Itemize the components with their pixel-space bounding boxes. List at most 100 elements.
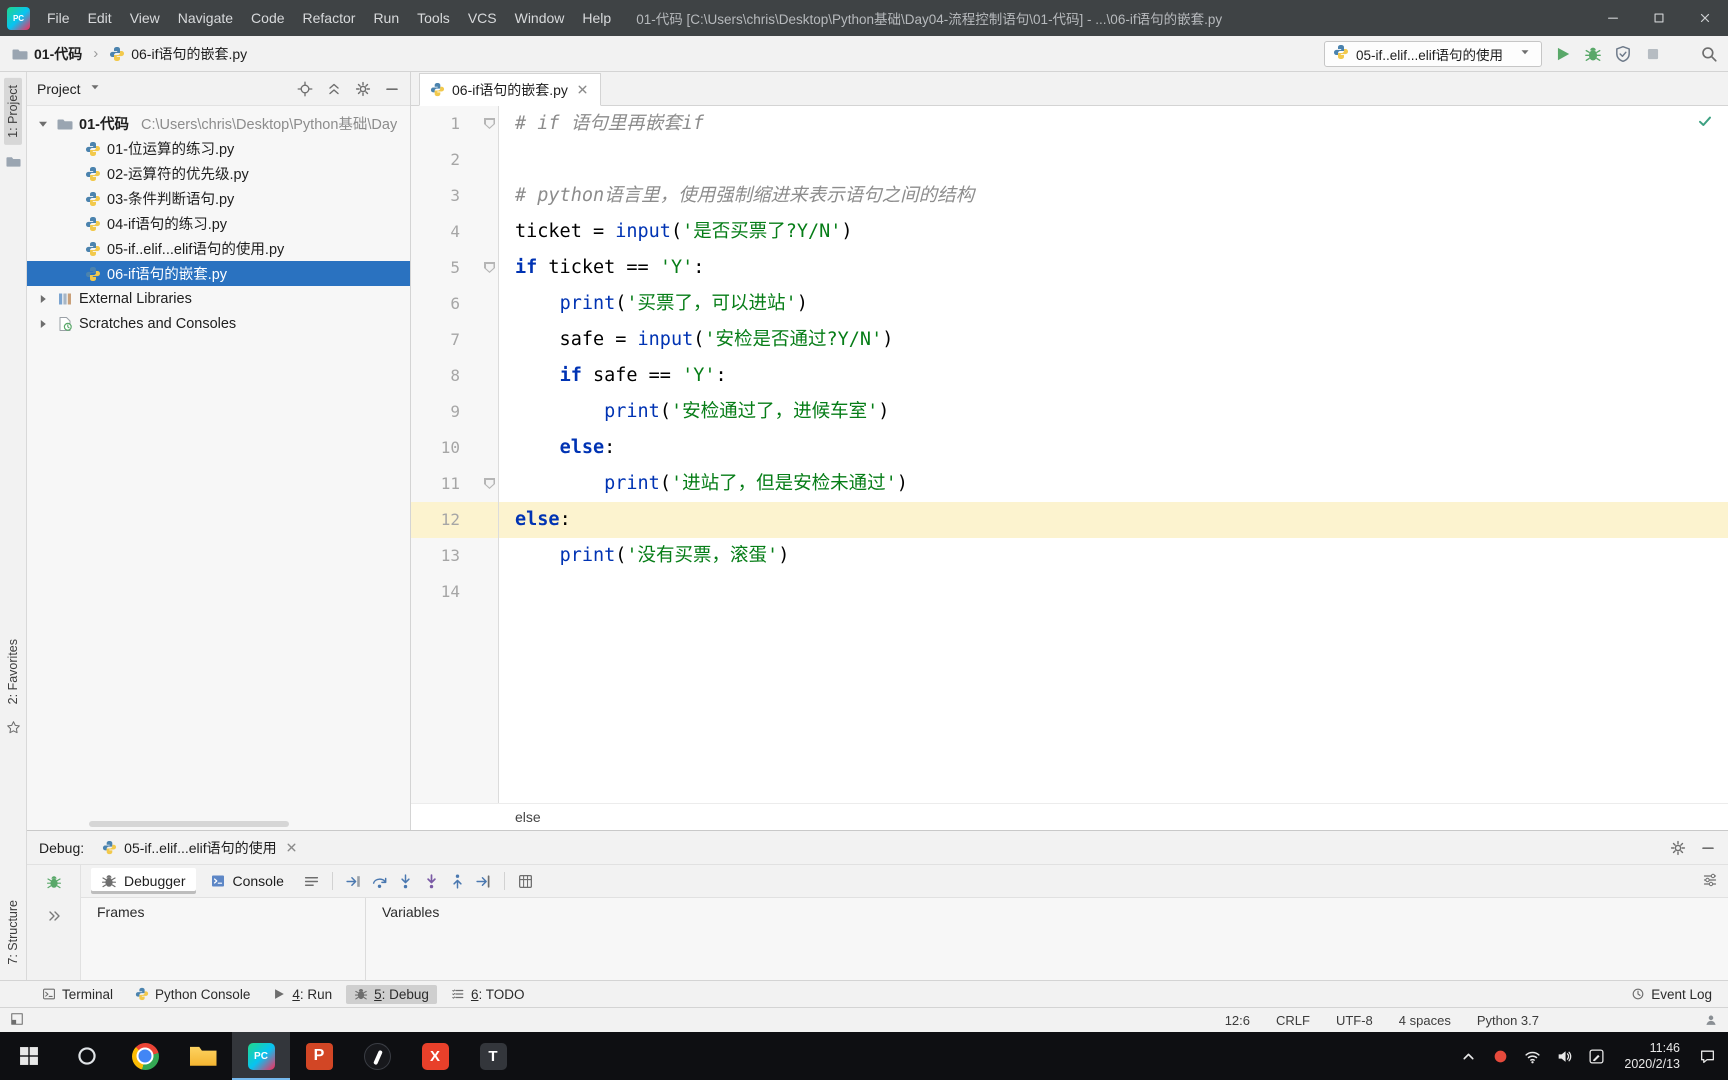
- menu-refactor[interactable]: Refactor: [294, 0, 365, 36]
- run-config-select[interactable]: 05-if..elif...elif语句的使用: [1324, 40, 1542, 67]
- status-item[interactable]: CRLF: [1276, 1013, 1310, 1028]
- status-item[interactable]: UTF-8: [1336, 1013, 1373, 1028]
- toolwindow-button-run[interactable]: 4: Run: [264, 985, 340, 1004]
- tree-item[interactable]: 04-if语句的练习.py: [27, 211, 410, 236]
- menu-run[interactable]: Run: [364, 0, 408, 36]
- taskbar-roundapp-button[interactable]: [348, 1032, 406, 1080]
- menu-edit[interactable]: Edit: [79, 0, 121, 36]
- taskbar-pycharm-button[interactable]: PC: [232, 1032, 290, 1080]
- menu-tools[interactable]: Tools: [408, 0, 459, 36]
- taskbar-powerpoint-button[interactable]: P: [290, 1032, 348, 1080]
- toolwindow-button-terminal[interactable]: Terminal: [34, 985, 121, 1004]
- settings-button[interactable]: [355, 81, 371, 97]
- tree-item[interactable]: 03-条件判断语句.py: [27, 186, 410, 211]
- tray-red-app[interactable]: [1492, 1048, 1509, 1065]
- close-small-icon[interactable]: [284, 840, 299, 855]
- taskbar-redapp-button[interactable]: X: [406, 1032, 464, 1080]
- menu-file[interactable]: File: [38, 0, 79, 36]
- volume-control[interactable]: [1556, 1048, 1573, 1065]
- taskbar-clock[interactable]: 11:46 2020/2/13: [1624, 1040, 1680, 1073]
- breadcrumb-item[interactable]: 06-if语句的嵌套.py: [107, 42, 249, 66]
- hide-button[interactable]: [384, 81, 400, 97]
- minimize-button[interactable]: [1590, 0, 1636, 36]
- tree-item[interactable]: Scratches and Consoles: [27, 311, 410, 336]
- taskbar-start-button[interactable]: [0, 1032, 58, 1080]
- stripe-project-button[interactable]: 1: Project: [4, 78, 22, 145]
- locate-button[interactable]: [297, 81, 313, 97]
- horizontal-scrollbar[interactable]: [89, 821, 289, 827]
- close-button[interactable]: [1682, 0, 1728, 36]
- frames-panel[interactable]: Frames: [81, 898, 366, 980]
- editor-breadcrumb-bar: else: [411, 803, 1728, 830]
- status-item[interactable]: Python 3.7: [1477, 1013, 1539, 1028]
- debug-button[interactable]: [1584, 45, 1602, 63]
- menu-vcs[interactable]: VCS: [459, 0, 506, 36]
- debug-bug-icon[interactable]: [46, 874, 62, 890]
- menu-window[interactable]: Window: [506, 0, 574, 36]
- close-small-icon[interactable]: [575, 82, 590, 97]
- run-button[interactable]: [1554, 45, 1572, 63]
- stripe-favorites-button[interactable]: 2: Favorites: [4, 632, 22, 711]
- tray-expand-button[interactable]: [1460, 1048, 1477, 1065]
- editor-tab[interactable]: 06-if语句的嵌套.py: [419, 73, 601, 106]
- status-item[interactable]: 4 spaces: [1399, 1013, 1451, 1028]
- run-to-cursor-icon[interactable]: [475, 873, 492, 890]
- debug-settings-button[interactable]: [1670, 840, 1686, 856]
- tree-item[interactable]: 05-if..elif...elif语句的使用.py: [27, 236, 410, 261]
- variables-panel[interactable]: Variables: [366, 898, 1728, 980]
- toolwindow-button-todo[interactable]: 6: TODO: [443, 985, 533, 1004]
- search-everywhere-button[interactable]: [1700, 45, 1718, 63]
- code-line: # python语言里，使用强制缩进来表示语句之间的结构: [515, 185, 975, 206]
- scope-breadcrumb[interactable]: else: [515, 809, 541, 825]
- action-center-button[interactable]: [1699, 1048, 1716, 1065]
- chevron-down-icon[interactable]: [87, 79, 103, 95]
- stop-button[interactable]: [1644, 45, 1662, 63]
- project-tool-window: Project 01-代码 C:\Users\chris\Desktop\Pyth…: [27, 72, 411, 830]
- run-toolbar: 05-if..elif...elif语句的使用: [1324, 40, 1718, 67]
- windows-ink[interactable]: [1588, 1048, 1605, 1065]
- debug-tab-console[interactable]: Console: [200, 868, 294, 894]
- tree-item[interactable]: 01-位运算的练习.py: [27, 136, 410, 161]
- step-into-icon[interactable]: [397, 873, 414, 890]
- layout-settings-icon[interactable]: [1702, 872, 1718, 888]
- step-out-icon[interactable]: [449, 873, 466, 890]
- toolwindow-toggle-button[interactable]: [10, 1012, 24, 1026]
- menu-code[interactable]: Code: [242, 0, 293, 36]
- line-number: 2: [450, 150, 460, 169]
- layout-icon[interactable]: [303, 873, 320, 890]
- code-area[interactable]: # if 语句里再嵌套if # python语言里，使用强制缩进来表示语句之间的结…: [499, 106, 1728, 803]
- breadcrumb-item[interactable]: 01-代码: [10, 42, 84, 66]
- evaluate-icon[interactable]: [517, 873, 534, 890]
- tree-item[interactable]: External Libraries: [27, 286, 410, 311]
- debug-hide-button[interactable]: [1700, 840, 1716, 856]
- toolwindow-button-event-log[interactable]: Event Log: [1623, 985, 1720, 1004]
- project-panel-title: Project: [37, 80, 81, 97]
- tree-item[interactable]: 01-代码 C:\Users\chris\Desktop\Python基础\Day: [27, 111, 410, 136]
- tree-item[interactable]: 06-if语句的嵌套.py: [27, 261, 410, 286]
- step-over-icon[interactable]: [371, 873, 388, 890]
- toolwindow-button-python-console[interactable]: Python Console: [127, 985, 258, 1004]
- maximize-button[interactable]: [1636, 0, 1682, 36]
- taskbar-typora-button[interactable]: T: [464, 1032, 522, 1080]
- taskbar-chrome-button[interactable]: [116, 1032, 174, 1080]
- python-file-icon: [85, 241, 101, 257]
- menu-view[interactable]: View: [121, 0, 169, 36]
- debug-tab-debugger[interactable]: Debugger: [91, 868, 196, 894]
- chevrons-right-icon[interactable]: [46, 908, 62, 924]
- debug-session-tab[interactable]: 05-if..elif...elif语句的使用: [96, 835, 304, 861]
- editor-body[interactable]: 1 2 3 4 5 6 7 8 9 10 11 12 13 14 # if 语句里再嵌套if # pytho…: [411, 106, 1728, 803]
- taskbar-explorer-button[interactable]: [174, 1032, 232, 1080]
- menu-help[interactable]: Help: [573, 0, 620, 36]
- tree-item[interactable]: 02-运算符的优先级.py: [27, 161, 410, 186]
- collapse-all-button[interactable]: [326, 81, 342, 97]
- toolwindow-button-debug[interactable]: 5: Debug: [346, 984, 437, 1004]
- force-step-into-icon[interactable]: [423, 873, 440, 890]
- stripe-structure-button[interactable]: 7: Structure: [4, 893, 22, 972]
- status-item[interactable]: 12:6: [1225, 1013, 1250, 1028]
- inspections-profile-icon[interactable]: [1704, 1013, 1718, 1027]
- coverage-button[interactable]: [1614, 45, 1632, 63]
- show-execution-point-icon[interactable]: [345, 873, 362, 890]
- menu-navigate[interactable]: Navigate: [169, 0, 242, 36]
- network-status[interactable]: [1524, 1048, 1541, 1065]
- taskbar-cortana-button[interactable]: [58, 1032, 116, 1080]
